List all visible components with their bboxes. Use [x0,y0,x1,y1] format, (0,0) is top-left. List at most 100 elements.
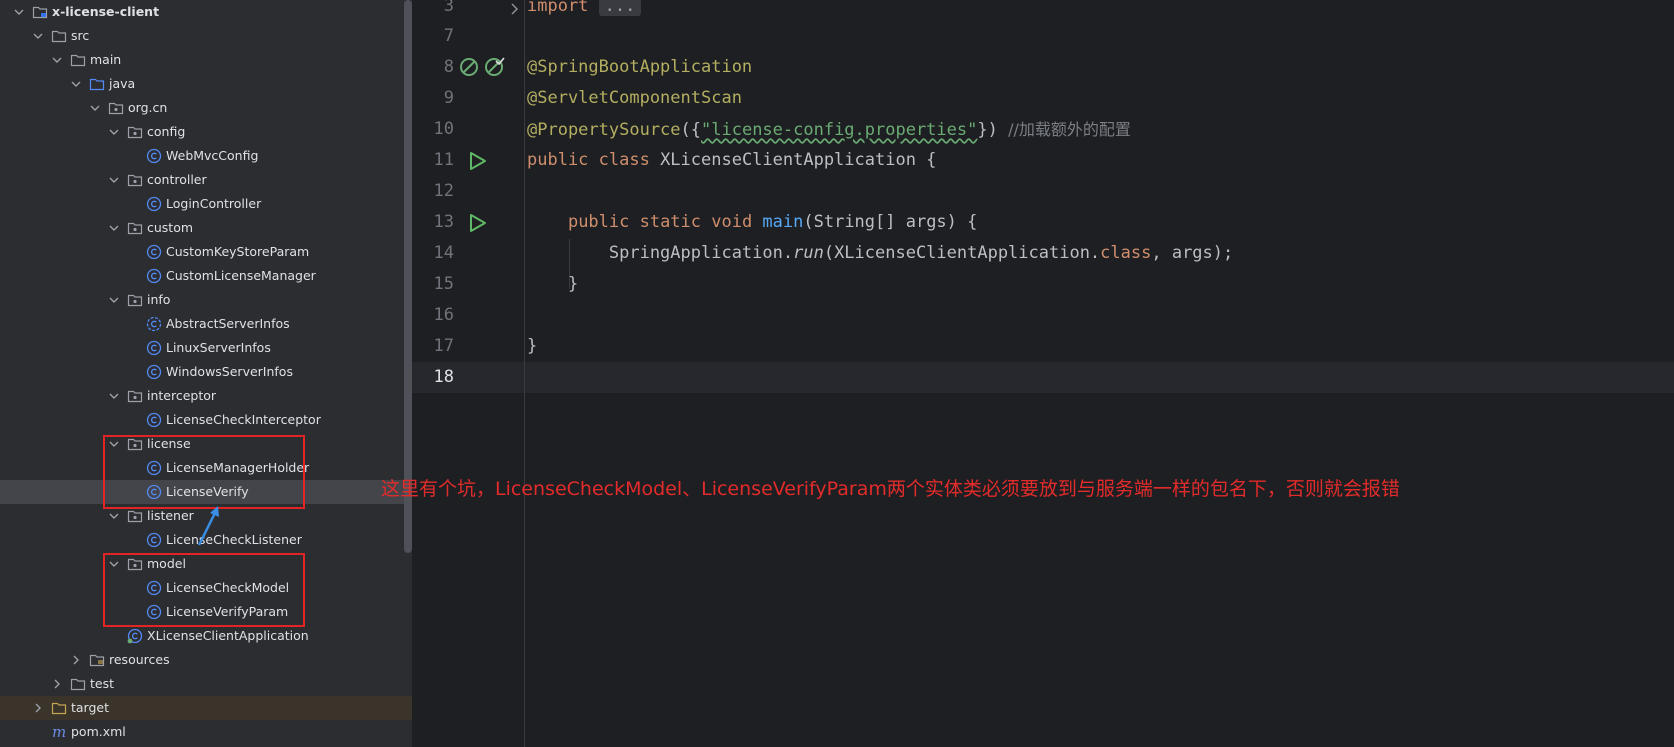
abstract-class-icon [146,316,162,332]
annotation-propertysource: @PropertySource [527,120,681,140]
annotation-springbootapplication: @SpringBootApplication [527,57,753,77]
tree-item[interactable]: org.cn [0,96,412,120]
line-number: 9 [443,88,454,108]
code-token: (XLicenseClientApplication. [823,243,1101,263]
chevron-down-icon[interactable] [107,221,121,235]
chevron-right-icon[interactable] [69,653,83,667]
tree-item[interactable]: main [0,48,412,72]
tree-item-label: model [147,556,186,571]
code-line-15[interactable]: 15 } [412,269,1674,300]
line-number: 8 [443,57,454,77]
chevron-down-icon[interactable] [88,101,102,115]
code-line-3[interactable]: 3 import ... [412,0,1674,22]
tree-item-label: java [109,76,136,91]
chevron-down-icon[interactable] [50,53,64,67]
tree-item[interactable]: XLicenseClientApplication [0,624,412,648]
tree-item-label: controller [147,172,207,187]
tree-item[interactable]: WindowsServerInfos [0,360,412,384]
tree-item[interactable]: LicenseVerify [0,480,412,504]
code-line-12[interactable]: 12 [412,176,1674,207]
svg-text:m: m [52,724,66,740]
code-line-10[interactable]: 10 @PropertySource({"license-config.prop… [412,114,1674,145]
chevron-down-icon[interactable] [107,437,121,451]
tree-item[interactable]: LoginController [0,192,412,216]
chevron-down-icon[interactable] [107,389,121,403]
chevron-down-icon[interactable] [31,29,45,43]
code-comment: //加载额外的配置 [1008,120,1131,139]
line-number: 11 [433,150,454,170]
tree-item[interactable]: config [0,120,412,144]
code-line-9[interactable]: 9 @ServletComponentScan [412,83,1674,114]
code-line-11[interactable]: 11 public class XLicenseClientApplicatio… [412,145,1674,176]
tree-item[interactable]: LicenseCheckModel [0,576,412,600]
class-icon [146,460,162,476]
class-icon [146,484,162,500]
string-literal: "license-config.properties" [701,120,978,140]
line-number: 16 [433,305,454,325]
tree-item[interactable]: m pom.xml [0,720,412,744]
spring-bean-gutter-icon[interactable] [459,57,481,83]
method-name: main [762,212,804,232]
package-icon [127,292,143,308]
run-gutter-icon[interactable] [468,213,488,237]
tree-item[interactable]: src [0,24,412,48]
tree-item[interactable]: WebMvcConfig [0,144,412,168]
tree-item[interactable]: controller [0,168,412,192]
code-line-14[interactable]: 14 SpringApplication.run(XLicenseClientA… [412,238,1674,269]
tree-item[interactable]: LicenseManagerHolder [0,456,412,480]
chevron-down-icon[interactable] [107,509,121,523]
tree-item[interactable]: license [0,432,412,456]
tree-item-label: CustomKeyStoreParam [166,244,310,259]
code-line-16[interactable]: 16 [412,300,1674,331]
folded-imports[interactable]: ... [598,0,642,16]
tree-item-label: main [90,52,122,67]
tree-item[interactable]: LicenseCheckInterceptor [0,408,412,432]
spring-config-gutter-icon[interactable] [484,57,506,83]
tree-item[interactable]: AbstractServerInfos [0,312,412,336]
tree-item-label: AbstractServerInfos [166,316,290,331]
folder-icon [70,676,86,692]
chevron-right-icon[interactable] [50,677,64,691]
tree-item[interactable]: CustomKeyStoreParam [0,240,412,264]
annotation-servletcomponentscan: @ServletComponentScan [527,88,742,108]
tree-item[interactable]: LinuxServerInfos [0,336,412,360]
chevron-down-icon[interactable] [12,5,26,19]
tree-item[interactable]: test [0,672,412,696]
chevron-down-icon[interactable] [107,293,121,307]
package-icon [127,172,143,188]
code-line-13[interactable]: 13 public static void main(String[] args… [412,207,1674,238]
code-token: (String[] args) { [803,212,978,232]
code-line-17[interactable]: 17 } [412,331,1674,362]
run-gutter-icon[interactable] [468,151,488,175]
tree-scrollbar[interactable] [404,0,412,553]
code-line-7[interactable]: 7 [412,21,1674,52]
package-icon [108,100,124,116]
code-keyword: class [1100,243,1152,263]
folder-icon [51,28,67,44]
maven-icon: m [51,724,67,740]
fold-chevron-icon[interactable] [510,0,520,19]
tree-item[interactable]: x-license-client [0,0,412,24]
line-number: 17 [433,336,454,356]
chevron-down-icon[interactable] [107,173,121,187]
tree-item[interactable]: target [0,696,412,720]
line-number: 14 [433,243,454,263]
tree-item-label: pom.xml [71,724,126,739]
tree-item[interactable]: interceptor [0,384,412,408]
tree-item[interactable]: CustomLicenseManager [0,264,412,288]
tree-item[interactable]: LicenseVerifyParam [0,600,412,624]
spring-boot-class-icon [127,628,143,644]
tree-item-label: x-license-client [52,4,160,19]
code-line-8[interactable]: 8 @SpringBootApplication [412,52,1674,83]
code-line-18[interactable]: 18 [412,362,1674,393]
tree-item[interactable]: custom [0,216,412,240]
chevron-down-icon[interactable] [69,77,83,91]
tree-item[interactable]: resources [0,648,412,672]
chevron-down-icon[interactable] [107,557,121,571]
tree-item[interactable]: model [0,552,412,576]
tree-item[interactable]: info [0,288,412,312]
line-number: 15 [433,274,454,294]
tree-item[interactable]: java [0,72,412,96]
chevron-down-icon[interactable] [107,125,121,139]
chevron-right-icon[interactable] [31,701,45,715]
